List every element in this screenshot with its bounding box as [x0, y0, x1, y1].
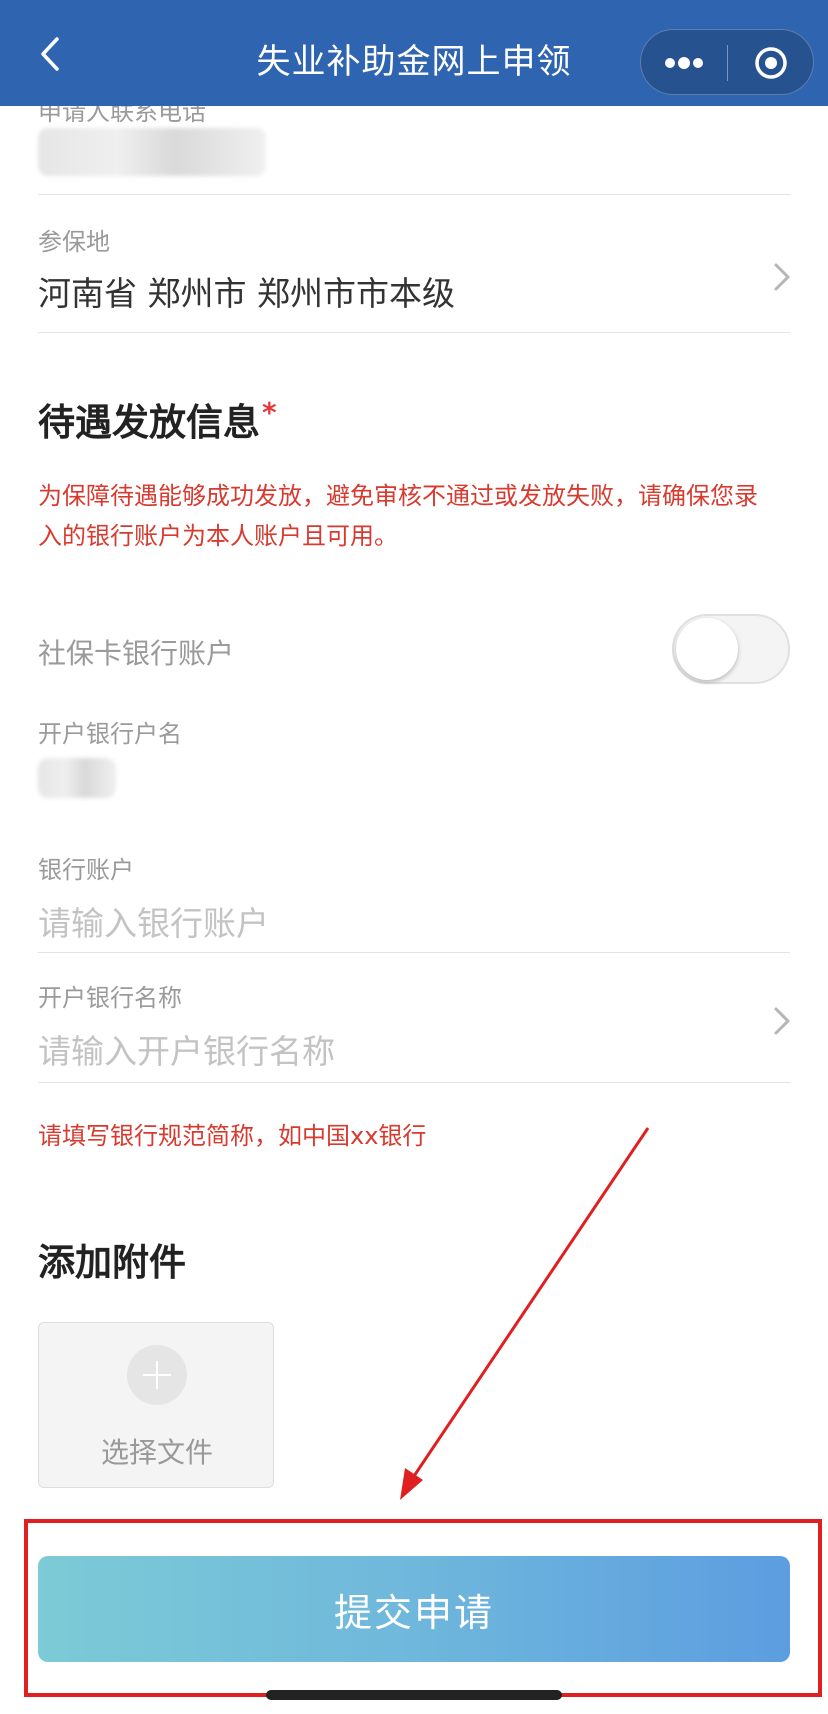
bank-name-field[interactable]: 开户银行名称 请输入开户银行名称 — [38, 978, 790, 1073]
phone-value-redacted[interactable] — [38, 128, 266, 176]
account-name-field: 开户银行户名 — [38, 714, 790, 749]
account-name-value-redacted[interactable] — [38, 758, 116, 798]
close-mini-program-button[interactable] — [728, 30, 814, 96]
nav-bar: 失业补助金网上申领 — [0, 0, 828, 106]
insured-place-field[interactable]: 参保地 河南省 郑州市 郑州市市本级 — [38, 222, 790, 315]
attachments-title: 添加附件 — [38, 1241, 186, 1284]
divider — [38, 194, 790, 195]
divider — [38, 952, 790, 953]
insured-place-value: 河南省 郑州市 郑州市市本级 — [38, 274, 455, 313]
toggle-knob — [676, 618, 738, 680]
home-indicator — [266, 1690, 562, 1700]
target-circle-icon — [755, 47, 787, 79]
chevron-right-icon — [774, 1007, 790, 1035]
payout-section-title-text: 待遇发放信息 — [38, 401, 260, 444]
phone-label: 申请人联系电话 — [38, 106, 206, 126]
insured-place-label: 参保地 — [38, 228, 110, 256]
chevron-right-icon — [774, 263, 790, 291]
account-name-label: 开户银行户名 — [38, 720, 182, 748]
phone-field: 申请人联系电话 — [38, 106, 790, 127]
social-card-account-toggle[interactable] — [672, 614, 790, 684]
bank-name-label: 开户银行名称 — [38, 984, 182, 1012]
choose-file-button[interactable]: 选择文件 — [38, 1322, 274, 1488]
form-scroll-area[interactable]: 申请人联系电话 参保地 河南省 郑州市 郑州市市本级 待遇发放信息* 为保障待遇… — [0, 106, 828, 1714]
payout-section-title: 待遇发放信息* — [38, 392, 277, 446]
bank-name-hint: 请填写银行规范简称，如中国xx银行 — [38, 1122, 427, 1150]
more-dots-icon — [665, 57, 703, 69]
bank-account-field[interactable]: 银行账户 请输入银行账户 — [38, 850, 790, 945]
choose-file-label: 选择文件 — [100, 1436, 213, 1469]
mini-program-capsule — [640, 29, 814, 95]
divider — [38, 1082, 790, 1083]
bank-account-label: 银行账户 — [38, 856, 134, 884]
bank-name-input[interactable]: 请输入开户银行名称 — [38, 1025, 790, 1073]
plus-icon — [127, 1345, 187, 1405]
bank-account-input[interactable]: 请输入银行账户 — [38, 897, 790, 945]
required-mark: * — [262, 395, 277, 429]
submit-application-button[interactable]: 提交申请 — [38, 1556, 790, 1662]
more-button[interactable] — [641, 30, 727, 96]
divider — [38, 332, 790, 333]
payout-warning: 为保障待遇能够成功发放，避免审核不通过或发放失败，请确保您录入的银行账户为本人账… — [38, 482, 758, 550]
